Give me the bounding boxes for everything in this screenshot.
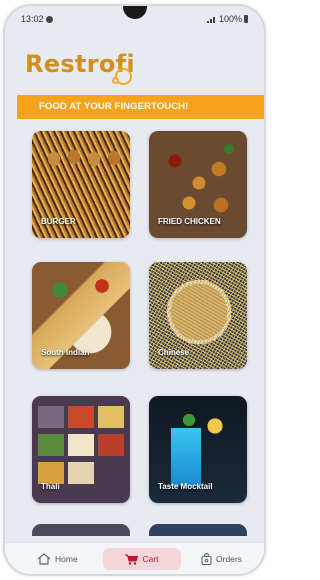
category-card-burger[interactable]: BURGER: [32, 131, 130, 238]
category-card-partial[interactable]: [149, 524, 247, 536]
category-label: BURGER: [41, 217, 76, 226]
category-grid: BURGER FRIED CHICKEN South Indian Chines…: [0, 0, 269, 580]
category-card-chinese[interactable]: Chinese: [149, 262, 247, 369]
category-card-thali[interactable]: Thali: [32, 396, 130, 503]
category-label: Taste Mocktail: [158, 482, 213, 491]
category-label: FRIED CHICKEN: [158, 217, 221, 226]
category-card-south-indian[interactable]: South Indian: [32, 262, 130, 369]
category-card-fried-chicken[interactable]: FRIED CHICKEN: [149, 131, 247, 238]
category-card-partial[interactable]: [32, 524, 130, 536]
category-label: Thali: [41, 482, 60, 491]
category-label: South Indian: [41, 348, 90, 357]
category-label: Chinese: [158, 348, 190, 357]
category-card-mocktail[interactable]: Taste Mocktail: [149, 396, 247, 503]
